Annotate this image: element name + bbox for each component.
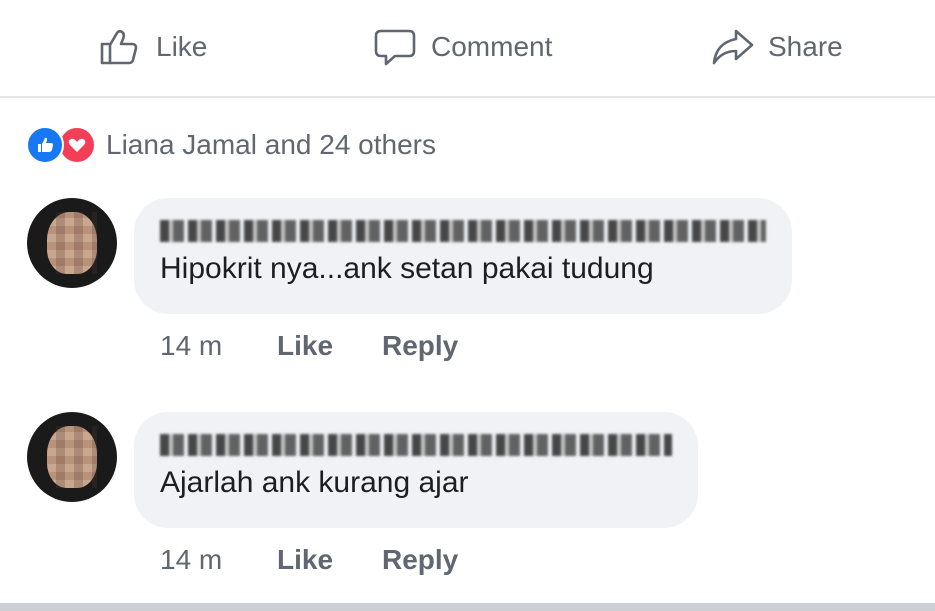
comment-author-name-obscured[interactable] xyxy=(160,434,672,456)
comment-actions: 14 m Like Reply xyxy=(160,330,458,362)
share-button[interactable]: Share xyxy=(710,22,843,72)
speech-bubble-icon xyxy=(374,29,416,66)
comment-bubble: Ajarlah ank kurang ajar xyxy=(134,412,698,528)
comment-author-name-obscured[interactable] xyxy=(160,220,766,242)
like-button-label: Like xyxy=(156,31,208,62)
post-action-bar: Like Comment Share xyxy=(0,0,935,98)
comment-reply-button[interactable]: Reply xyxy=(382,330,458,362)
thumbs-up-icon xyxy=(100,29,138,65)
comment-button-label: Comment xyxy=(431,31,553,62)
avatar[interactable] xyxy=(27,198,117,288)
like-button[interactable]: Like xyxy=(98,22,207,72)
share-arrow-icon xyxy=(712,29,754,65)
comment-timestamp[interactable]: 14 m xyxy=(160,544,277,576)
comment-timestamp[interactable]: 14 m xyxy=(160,330,277,362)
reactions-summary-text[interactable]: Liana Jamal and 24 others xyxy=(106,129,436,161)
comment-like-button[interactable]: Like xyxy=(277,330,382,362)
comment-bubble: Hipokrit nya...ank setan pakai tudung xyxy=(134,198,792,314)
comment-text: Hipokrit nya...ank setan pakai tudung xyxy=(160,252,654,285)
comment-like-button[interactable]: Like xyxy=(277,544,382,576)
share-button-label: Share xyxy=(768,31,843,62)
divider xyxy=(0,603,935,611)
blurred-face xyxy=(47,212,97,274)
avatar[interactable] xyxy=(27,412,117,502)
blurred-face xyxy=(47,426,97,488)
comment-actions: 14 m Like Reply xyxy=(160,544,458,576)
reactions-summary[interactable]: Liana Jamal and 24 others xyxy=(26,126,436,164)
comment-button[interactable]: Comment xyxy=(373,22,552,72)
like-reaction-icon xyxy=(26,126,64,164)
comment-text: Ajarlah ank kurang ajar xyxy=(160,466,469,499)
comment-reply-button[interactable]: Reply xyxy=(382,544,458,576)
